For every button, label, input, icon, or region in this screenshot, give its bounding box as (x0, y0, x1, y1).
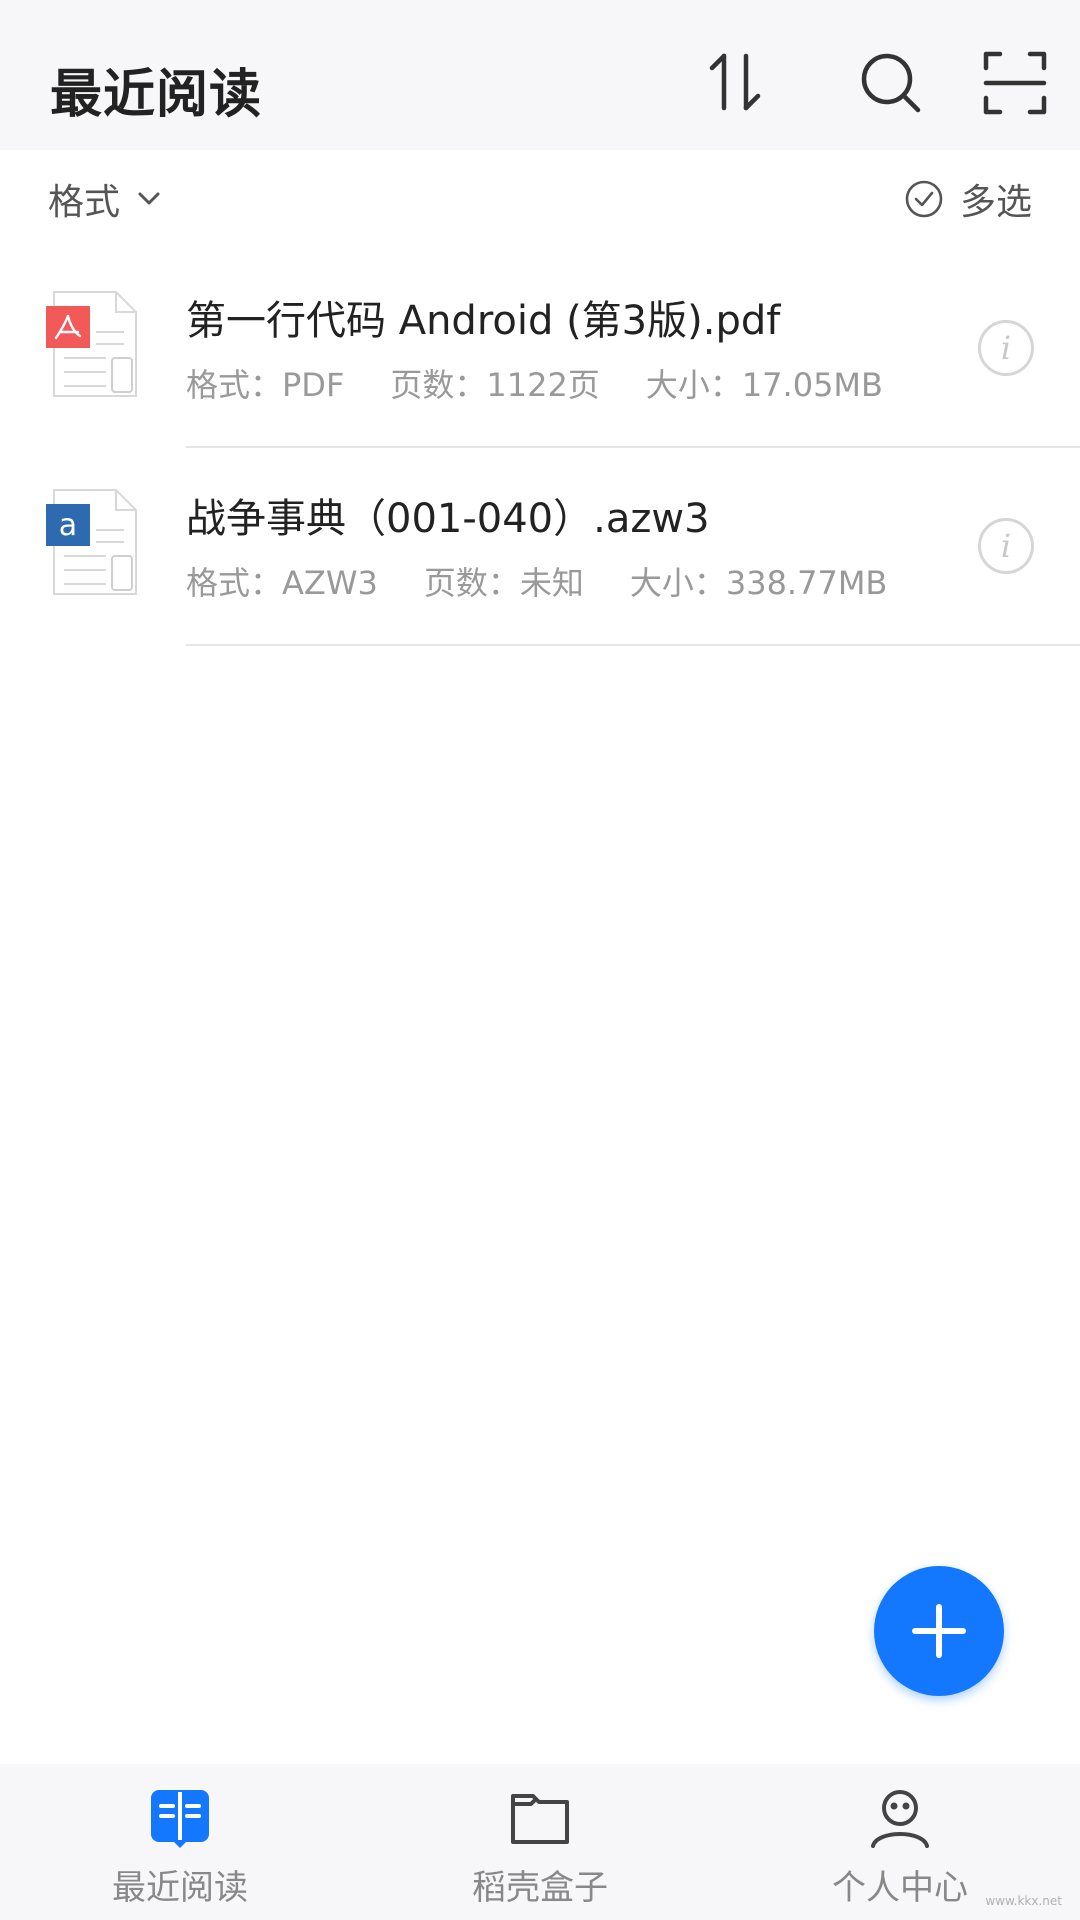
file-format: 格式：PDF (186, 366, 345, 404)
pdf-file-icon (46, 288, 142, 400)
format-filter-dropdown[interactable]: 格式 (48, 174, 164, 224)
azw3-file-icon: a (46, 486, 142, 598)
file-format: 格式：AZW3 (186, 564, 378, 602)
file-name: 战争事典（001-040）.azw3 (186, 496, 710, 542)
nav-label: 个人中心 (832, 1868, 968, 1908)
plus-icon (912, 1604, 966, 1658)
format-filter-label: 格式 (48, 182, 121, 223)
page-title: 最近阅读 (50, 65, 263, 125)
book-open-icon (151, 1790, 209, 1848)
user-icon (871, 1790, 929, 1848)
multi-select-label: 多选 (959, 182, 1032, 223)
file-meta: 格式：AZW3 页数：未知 大小：338.77MB (186, 558, 887, 604)
nav-label: 稻壳盒子 (472, 1868, 608, 1908)
file-meta: 格式：PDF 页数：1122页 大小：17.05MB (186, 360, 883, 406)
watermark: www.kkx.net (985, 1894, 1062, 1908)
file-list: 第一行代码 Android (第3版).pdf 格式：PDF 页数：1122页 … (0, 250, 1080, 646)
top-app-bar: 最近阅读 (0, 0, 1080, 150)
bottom-navigation: 最近阅读 稻壳盒子 个人中心 (0, 1764, 1080, 1920)
check-circle-icon (905, 180, 943, 218)
file-pages: 页数：未知 (423, 564, 584, 602)
file-size: 大小：338.77MB (629, 564, 888, 602)
scan-icon[interactable] (980, 48, 1050, 118)
app-root: 最近阅读 格式 多选 第一行代码 Android (第3版).pdf 格式：PD… (0, 0, 1080, 1920)
info-icon[interactable]: i (978, 518, 1034, 574)
multi-select-button[interactable]: 多选 (904, 174, 1032, 224)
chevron-down-icon (138, 192, 160, 205)
search-icon[interactable] (856, 48, 926, 118)
nav-item-recent[interactable]: 最近阅读 (0, 1764, 360, 1920)
info-icon[interactable]: i (978, 320, 1034, 376)
file-name: 第一行代码 Android (第3版).pdf (186, 298, 781, 344)
nav-label: 最近阅读 (112, 1868, 248, 1908)
folder-icon (511, 1794, 569, 1844)
divider (186, 644, 1080, 646)
nav-item-docer-box[interactable]: 稻壳盒子 (360, 1764, 720, 1920)
file-list-item[interactable]: 第一行代码 Android (第3版).pdf 格式：PDF 页数：1122页 … (0, 250, 1080, 448)
file-list-item[interactable]: a 战争事典（001-040）.azw3 格式：AZW3 页数：未知 大小：33… (0, 448, 1080, 646)
add-file-button[interactable] (874, 1566, 1004, 1696)
file-pages: 页数：1122页 (390, 366, 600, 404)
file-size: 大小：17.05MB (645, 366, 883, 404)
sort-icon[interactable] (700, 48, 770, 118)
filter-bar: 格式 多选 (0, 150, 1080, 250)
svg-text:a: a (59, 508, 77, 543)
